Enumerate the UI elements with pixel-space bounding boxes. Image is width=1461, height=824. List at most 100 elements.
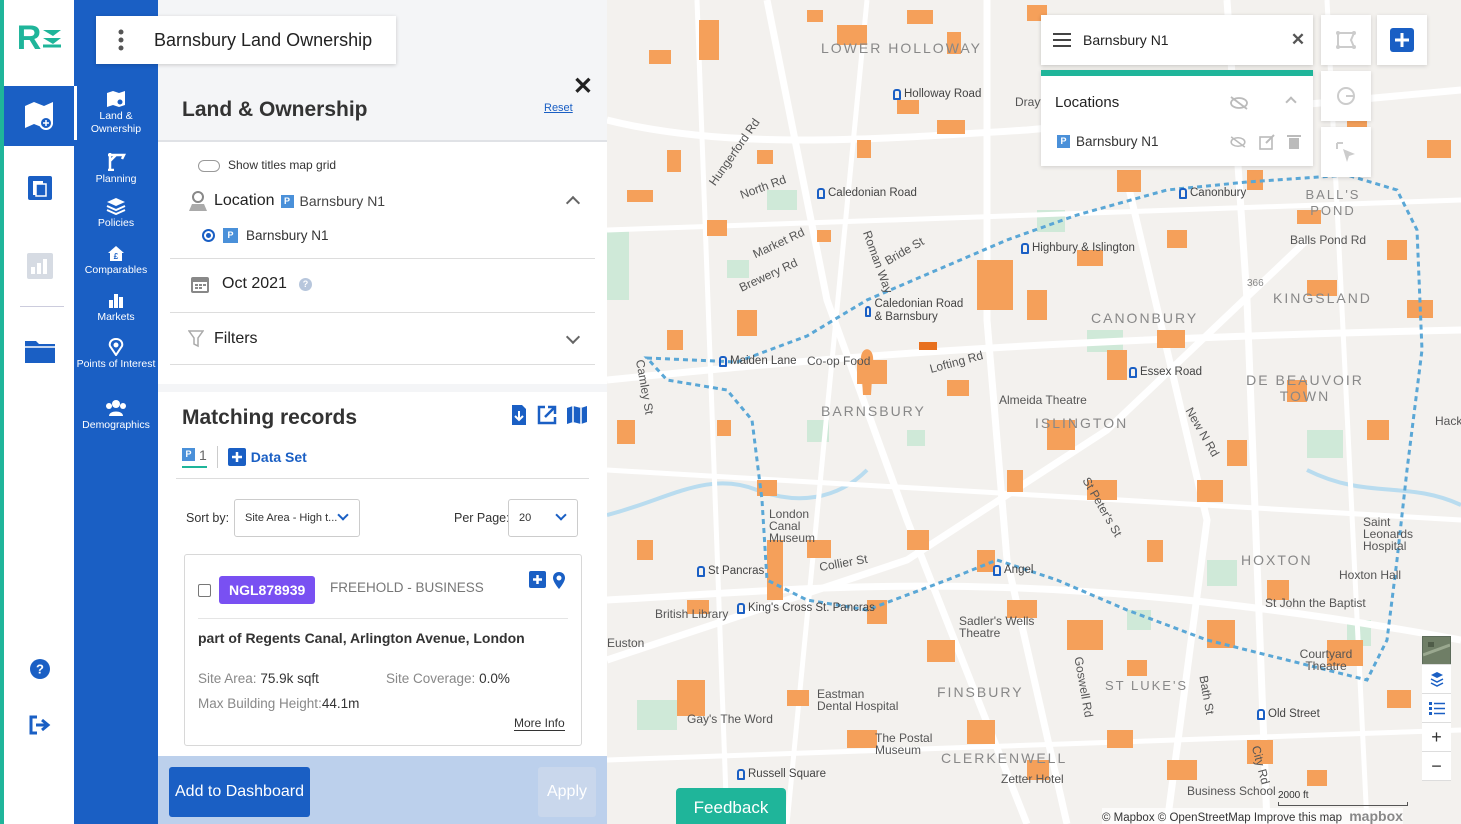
show-titles-label: Show titles map grid <box>228 158 337 172</box>
add-location-button[interactable] <box>1377 15 1427 65</box>
report-pages-icon <box>28 176 52 200</box>
per-page-select[interactable]: 20 <box>508 499 578 537</box>
record-id-badge[interactable]: NGL878939 <box>219 576 316 604</box>
rail-folder-button[interactable] <box>24 334 56 366</box>
more-info-link[interactable]: More Info <box>514 716 565 731</box>
record-checkbox[interactable] <box>198 584 211 597</box>
rail-logout-button[interactable] <box>24 709 56 741</box>
map-canvas <box>607 0 1461 824</box>
plus-square-icon[interactable] <box>529 571 546 588</box>
subnav-item-comparables[interactable]: £ Comparables <box>74 244 158 277</box>
calendar-icon <box>191 277 209 293</box>
subnav-item-planning[interactable]: Planning <box>74 151 158 186</box>
app-logo[interactable]: R <box>12 14 68 62</box>
panel-settings: Show titles map grid Location P Barnsbur… <box>158 140 607 384</box>
map-attribution[interactable]: © Mapbox © OpenStreetMap Improve this ma… <box>1102 808 1403 824</box>
map-view-icon[interactable] <box>566 404 588 426</box>
subnav-item-points-of-interest[interactable]: Points of Interest <box>74 338 158 371</box>
map-area-label: LOWER HOLLOWAY <box>821 40 983 56</box>
rail-map-button[interactable] <box>4 86 74 146</box>
poi-label: Courtyard Theatre <box>1299 647 1353 673</box>
help-icon[interactable]: ? <box>298 277 312 291</box>
parcel-badge-icon: P <box>223 228 238 243</box>
edit-icon[interactable] <box>1259 134 1275 150</box>
rail-help-button[interactable]: ? <box>24 653 56 685</box>
date-section[interactable]: Oct 2021 ? <box>190 274 312 294</box>
map-view[interactable]: LOWER HOLLOWAY BARNSBURY ISLINGTON CANON… <box>607 0 1461 824</box>
satellite-toggle-button[interactable] <box>1422 636 1451 665</box>
poi-label: Saint Leonards Hospital <box>1363 515 1414 553</box>
map-area-label: CANONBURY <box>1091 310 1199 326</box>
map-scale: 2000 ft <box>1278 790 1408 806</box>
site-coverage-stat: Site Coverage: 0.0% <box>386 671 510 686</box>
help-icon: ? <box>30 659 50 679</box>
chevron-up-icon[interactable] <box>565 195 581 211</box>
subnav-item-policies[interactable]: Policies <box>74 197 158 230</box>
land-ownership-panel: Barnsbury Land Ownership ✕ Land & Owners… <box>96 0 607 824</box>
show-titles-toggle[interactable] <box>198 160 220 172</box>
poi-label: London Canal Museum <box>769 507 816 545</box>
map-area-label: HOXTON <box>1241 552 1313 568</box>
poi-label: Hoxton Hall <box>1339 568 1402 582</box>
map-location-search[interactable]: Barnsbury N1 ✕ <box>1041 15 1313 65</box>
draw-area-button[interactable] <box>1321 15 1371 65</box>
location-radio[interactable] <box>202 229 215 242</box>
rail-dashboard-button[interactable] <box>24 250 56 282</box>
divider <box>176 478 589 479</box>
plus-square-icon <box>227 448 246 466</box>
train-station-icon <box>893 88 901 100</box>
apply-button[interactable]: Apply <box>538 767 596 817</box>
map-search-icon <box>25 102 53 130</box>
add-data-set-button[interactable]: Data Set <box>227 448 307 466</box>
subnav-item-markets[interactable]: Markets <box>74 291 158 324</box>
polygon-draw-icon <box>1336 31 1356 49</box>
location-option[interactable]: P Barnsbury N1 <box>202 228 329 243</box>
eye-off-icon[interactable] <box>1229 136 1247 148</box>
subnav-item-demographics[interactable]: Demographics <box>74 399 158 432</box>
station-label: Caledonian Road <box>817 187 917 199</box>
layers-button[interactable] <box>1422 665 1451 694</box>
reset-link[interactable]: Reset <box>544 102 573 114</box>
legend-button[interactable] <box>1422 694 1451 723</box>
poi-label: Zetter Hotel <box>1001 772 1064 786</box>
streets <box>607 0 1461 824</box>
radius-tool-button[interactable] <box>1321 71 1371 121</box>
add-to-dashboard-button[interactable]: Add to Dashboard <box>169 767 310 817</box>
kebab-menu-icon[interactable] <box>96 29 146 51</box>
locations-header: Locations <box>1055 94 1120 111</box>
external-link-icon[interactable] <box>536 404 558 426</box>
zoom-in-button[interactable]: + <box>1422 723 1451 752</box>
chevron-down-icon[interactable] <box>565 329 581 345</box>
close-panel-icon[interactable]: ✕ <box>573 72 593 101</box>
panel-footer: Add to Dashboard Apply <box>158 756 607 824</box>
hamburger-menu-icon[interactable] <box>1041 33 1083 47</box>
app-root: R ? Land & Ownership Planning Policies £… <box>0 0 1461 824</box>
train-station-icon <box>993 564 1001 576</box>
location-list-item[interactable]: P Barnsbury N1 <box>1057 134 1159 149</box>
download-icon[interactable] <box>510 404 528 426</box>
location-label: Location <box>214 192 275 209</box>
eye-off-icon[interactable] <box>1229 96 1249 110</box>
chevron-up-icon[interactable] <box>1285 96 1297 108</box>
tab-parcels[interactable]: P 1 <box>182 447 207 468</box>
parcel-badge-icon: P <box>182 448 195 461</box>
location-section-header[interactable]: Location P Barnsbury N1 <box>188 190 385 212</box>
pin-icon <box>108 338 124 356</box>
feedback-button[interactable]: Feedback <box>676 788 786 824</box>
poi-label: St John the Baptist <box>1265 596 1366 610</box>
clear-search-icon[interactable]: ✕ <box>1283 30 1313 50</box>
zoom-out-button[interactable]: − <box>1422 752 1451 781</box>
per-page-label: Per Page: <box>454 511 510 525</box>
subnav-item-land-ownership[interactable]: Land & Ownership <box>74 90 158 136</box>
select-tool-button[interactable] <box>1321 127 1371 177</box>
poi-label: Business School <box>1187 784 1276 798</box>
trash-icon[interactable] <box>1287 134 1301 150</box>
map-pin-icon[interactable] <box>552 571 566 590</box>
rail-reports-button[interactable] <box>24 172 56 204</box>
left-rail: R ? <box>0 0 74 824</box>
filters-section-header[interactable]: Filters <box>188 330 258 348</box>
location-person-icon <box>189 191 207 211</box>
section-subnav: Land & Ownership Planning Policies £ Com… <box>74 0 158 824</box>
map-search-value[interactable]: Barnsbury N1 <box>1083 32 1283 48</box>
sort-select[interactable]: Site Area - High t... <box>234 499 360 537</box>
